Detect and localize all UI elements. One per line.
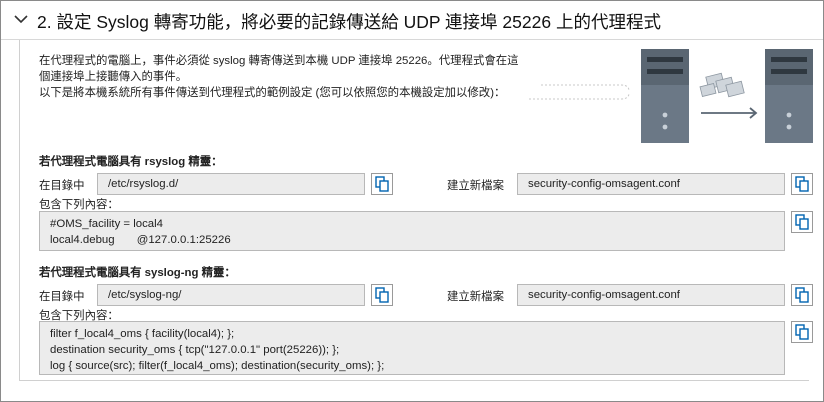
forwarding-diagram — [529, 49, 813, 143]
copy-icon — [795, 176, 809, 192]
syslogng-file-label: 建立新檔案 — [447, 291, 504, 303]
rsyslog-heading: 若代理程式電腦具有 rsyslog 精靈： — [39, 156, 223, 168]
rsyslog-file-copy-button[interactable] — [791, 173, 813, 195]
rsyslog-dir-copy-button[interactable] — [371, 173, 393, 195]
syslogng-file-field[interactable]: security-config-omsagent.conf — [517, 284, 785, 306]
rsyslog-dir-field[interactable]: /etc/rsyslog.d/ — [97, 173, 365, 195]
copy-icon — [795, 287, 809, 303]
syslogng-content-field[interactable]: filter f_local4_oms { facility(local4); … — [39, 321, 785, 375]
copy-icon — [375, 287, 389, 303]
syslogng-dir-field[interactable]: /etc/syslog-ng/ — [97, 284, 365, 306]
rsyslog-file-label: 建立新檔案 — [447, 180, 504, 192]
section-header[interactable]: 2. 設定 Syslog 轉寄功能，將必要的記錄傳送給 UDP 連接埠 2522… — [1, 1, 823, 40]
section-bottom-border — [19, 380, 809, 381]
rsyslog-content-field[interactable]: #OMS_facility = local4 local4.debug @127.… — [39, 211, 785, 251]
syslogng-content-line: destination security_oms { tcp("127.0.0.… — [50, 344, 340, 356]
copy-icon — [795, 214, 809, 230]
description: 在代理程式的電腦上，事件必須從 syslog 轉寄傳送到本機 UDP 連接埠 2… — [39, 53, 519, 101]
syslogng-dir-copy-button[interactable] — [371, 284, 393, 306]
syslogng-content-line: log { source(src); filter(f_local4_oms);… — [50, 360, 385, 372]
syslogng-content-line: filter f_local4_oms { facility(local4); … — [50, 328, 235, 340]
server-icon — [641, 49, 689, 143]
rsyslog-dir-label: 在目錄中 — [39, 180, 85, 192]
syslog-config-panel: 2. 設定 Syslog 轉寄功能，將必要的記錄傳送給 UDP 連接埠 2522… — [0, 0, 824, 402]
rsyslog-content-label: 包含下列內容： — [39, 199, 119, 211]
syslogng-content-copy-button[interactable] — [791, 321, 813, 343]
syslogng-file-copy-button[interactable] — [791, 284, 813, 306]
chevron-down-icon[interactable] — [13, 11, 29, 27]
copy-icon — [795, 324, 809, 340]
syslogng-dir-label: 在目錄中 — [39, 291, 85, 303]
rsyslog-content-line: local4.debug @127.0.0.1:25226 — [50, 234, 231, 246]
arrow-right-icon — [701, 107, 758, 119]
server-icon — [765, 49, 813, 143]
syslogng-heading: 若代理程式電腦具有 syslog-ng 精靈： — [39, 267, 236, 279]
rsyslog-content-line: #OMS_facility = local4 — [50, 218, 164, 230]
rsyslog-content-copy-button[interactable] — [791, 211, 813, 233]
description-line-1: 在代理程式的電腦上，事件必須從 syslog 轉寄傳送到本機 UDP 連接埠 2… — [39, 55, 519, 83]
section-left-border — [19, 40, 20, 380]
section-title: 2. 設定 Syslog 轉寄功能，將必要的記錄傳送給 UDP 連接埠 2522… — [37, 12, 661, 32]
rsyslog-file-field[interactable]: security-config-omsagent.conf — [517, 173, 785, 195]
copy-icon — [375, 176, 389, 192]
documents-icon — [699, 72, 745, 98]
description-line-2: 以下是將本機系統所有事件傳送到代理程式的範例設定 (您可以依照您的本機設定加以修… — [39, 87, 506, 99]
